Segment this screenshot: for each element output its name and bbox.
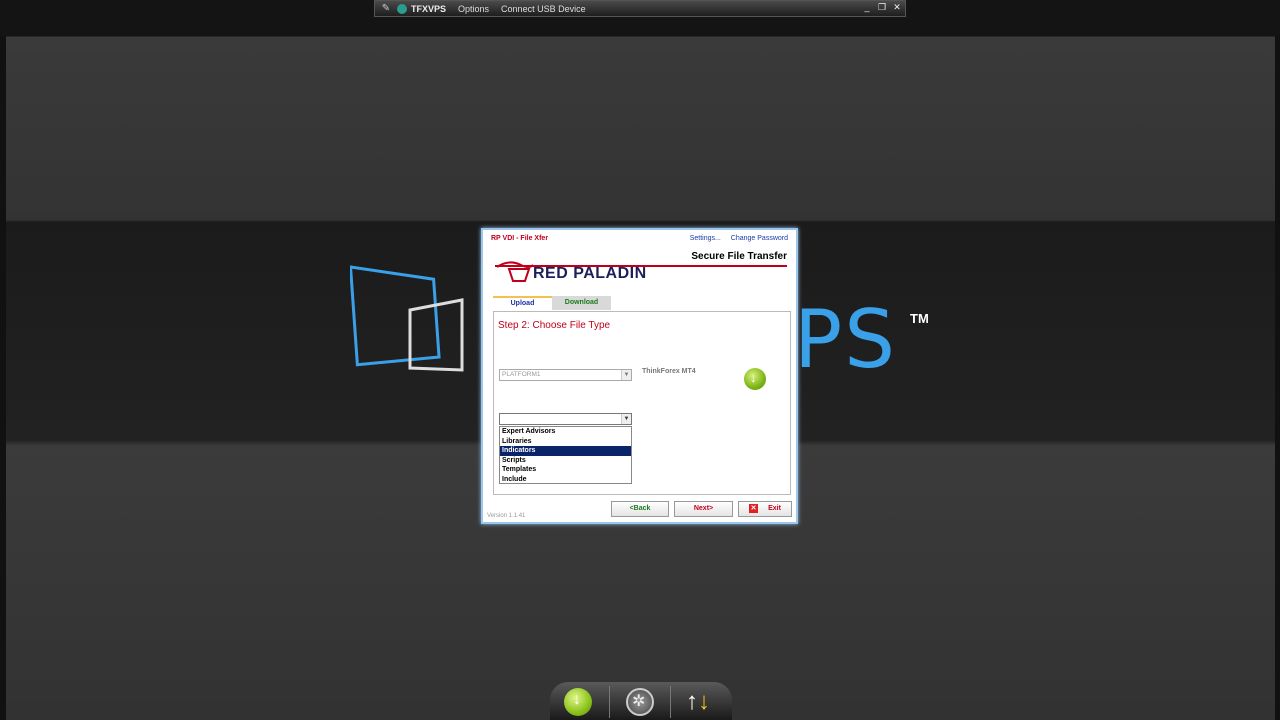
background-trademark: TM <box>910 311 929 326</box>
platform-combo-value: PLATFORM1 <box>502 371 541 378</box>
dialog-links: Settings... Change Password <box>682 235 788 242</box>
brand-name: RED PALADIN <box>533 265 647 282</box>
remote-session-bar: ✎ TFXVPS Options Connect USB Device _ ❐ … <box>374 0 906 17</box>
version-label: Version 1.1.41 <box>487 513 526 519</box>
restore-button[interactable]: ❐ <box>876 2 888 13</box>
back-button[interactable]: <Back <box>611 501 669 517</box>
chevron-down-icon[interactable]: ▼ <box>621 414 631 424</box>
file-type-combo[interactable]: ▼ <box>499 413 632 425</box>
step-panel: Step 2: Choose File Type PLATFORM1 ▼ Thi… <box>493 311 791 495</box>
download-icon[interactable] <box>564 688 592 716</box>
dock-separator <box>670 686 671 718</box>
list-item[interactable]: Expert Advisors <box>500 427 631 437</box>
step-title: Step 2: Choose File Type <box>498 320 611 331</box>
list-item[interactable]: Scripts <box>500 456 631 466</box>
background-logo-icon <box>350 265 464 372</box>
dock-separator <box>609 686 610 718</box>
list-item[interactable]: Libraries <box>500 437 631 447</box>
list-item[interactable]: Templates <box>500 465 631 475</box>
left-edge <box>0 36 6 720</box>
tab-download[interactable]: Download <box>552 296 611 310</box>
minimize-button[interactable]: _ <box>861 2 873 12</box>
platform-combo[interactable]: PLATFORM1 ▼ <box>499 369 632 381</box>
tab-bar: Upload Download <box>493 296 611 310</box>
background-logo-text: PS <box>794 293 898 386</box>
session-brand: TFXVPS <box>411 3 447 14</box>
options-menu[interactable]: Options <box>458 4 489 14</box>
list-item[interactable]: Indicators <box>500 446 631 456</box>
close-button[interactable]: ✕ <box>891 2 903 13</box>
file-type-dropdown-list: Expert Advisors Libraries Indicators Scr… <box>499 426 632 484</box>
secure-file-transfer-heading: Secure File Transfer <box>691 251 787 262</box>
exit-label: Exit <box>768 505 781 512</box>
pin-icon[interactable]: ✎ <box>379 3 393 14</box>
close-icon: ✕ <box>749 503 759 513</box>
platform-info: ThinkForex MT4 <box>642 368 696 375</box>
tab-upload[interactable]: Upload <box>493 296 552 310</box>
settings-link[interactable]: Settings... <box>690 235 721 242</box>
transfer-arrows-icon[interactable]: ↑↓ <box>686 688 714 716</box>
exit-button[interactable]: ✕ Exit <box>738 501 792 517</box>
next-button[interactable]: Next> <box>674 501 733 517</box>
right-edge <box>1275 36 1280 720</box>
tfxvps-logo-icon <box>397 3 407 14</box>
dialog-title: RP VDI - File Xfer <box>491 235 549 242</box>
settings-dial-icon[interactable] <box>626 688 654 716</box>
connect-usb-menu[interactable]: Connect USB Device <box>501 4 586 14</box>
chevron-down-icon[interactable]: ▼ <box>621 370 631 380</box>
brand-header: Secure File Transfer RED PALADIN <box>495 251 787 285</box>
change-password-link[interactable]: Change Password <box>731 235 788 242</box>
file-transfer-dialog: RP VDI - File Xfer Settings... Change Pa… <box>481 228 798 524</box>
list-item[interactable]: Include <box>500 475 631 485</box>
red-paladin-logo-icon <box>496 261 534 282</box>
bottom-dock: ↑↓ <box>550 682 732 720</box>
download-icon[interactable] <box>744 368 766 390</box>
